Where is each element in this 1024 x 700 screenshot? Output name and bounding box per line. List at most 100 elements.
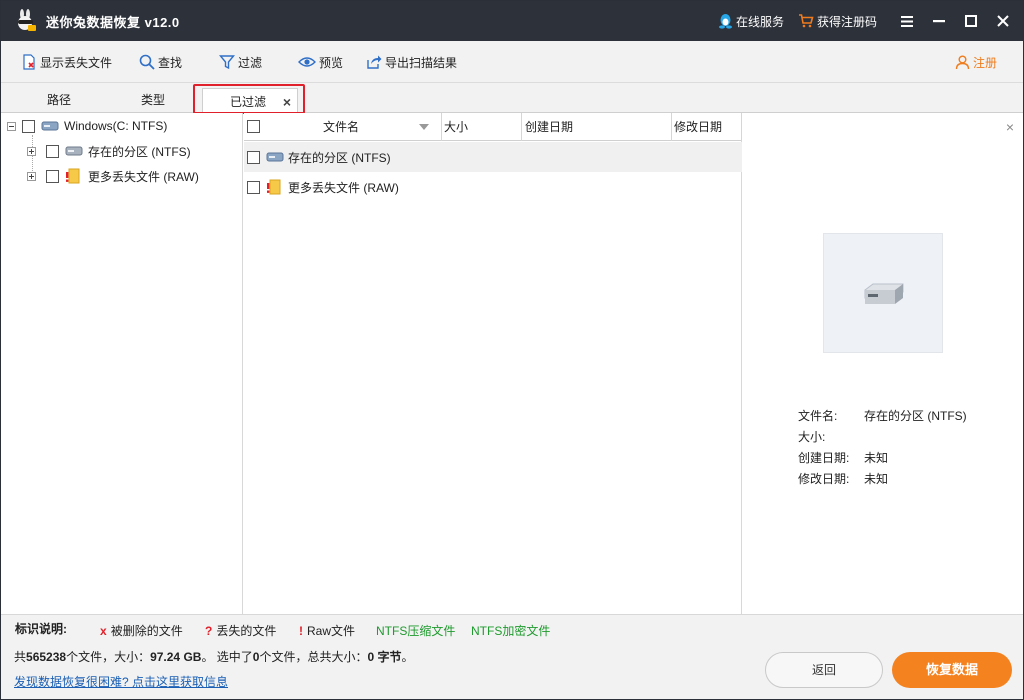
preview-close-icon[interactable]: ×: [1006, 119, 1014, 135]
tab-path[interactable]: 路径: [29, 83, 89, 113]
online-service-link[interactable]: 在线服务: [718, 13, 784, 30]
tab-close-icon[interactable]: ×: [283, 89, 291, 115]
tree-root[interactable]: Windows(C: NTFS): [7, 116, 167, 136]
status-selected-suffix: 个文件，总共大小：: [259, 650, 368, 664]
selected-size-value: 0 字节: [367, 650, 402, 664]
sort-down-icon[interactable]: [419, 124, 429, 130]
preview-thumbnail: [823, 233, 943, 353]
list-item[interactable]: 更多丢失文件 (RAW): [244, 172, 742, 202]
find-button[interactable]: 查找: [139, 47, 182, 77]
eye-icon: [298, 57, 316, 67]
filter-label: 过滤: [238, 55, 263, 70]
app-title: 迷你兔数据恢复 v12.0: [46, 14, 180, 30]
back-button[interactable]: 返回: [765, 652, 883, 688]
toolbar: 显示丢失文件 查找 过滤 预览 导出扫描结果 注册: [1, 41, 1023, 83]
get-code-link[interactable]: 获得注册码: [798, 13, 877, 30]
recover-data-button[interactable]: 恢复数据: [892, 652, 1012, 688]
title-actions: 在线服务 获得注册码: [718, 1, 1023, 41]
tree-item-more-lost-files[interactable]: 更多丢失文件 (RAW): [27, 166, 199, 186]
preview-info: 文件名: 存在的分区 (NTFS) 大小: 创建日期: 未知 修改日期: 未知: [798, 406, 967, 490]
legend-ntfs-encrypted: NTFS加密文件: [471, 624, 551, 638]
get-code-label: 获得注册码: [816, 14, 877, 29]
register-label: 注册: [972, 56, 997, 70]
tab-filtered[interactable]: 已过滤 ×: [202, 88, 298, 114]
total-files-count: 565238: [26, 650, 67, 664]
preview-created-label: 创建日期:: [798, 451, 850, 465]
column-modified[interactable]: 修改日期: [672, 113, 742, 141]
status-end: 。: [401, 650, 414, 664]
legend-deleted: x 被删除的文件: [100, 622, 183, 639]
legend-label: 标识说明:: [15, 622, 67, 636]
preview-size-label: 大小:: [798, 430, 826, 444]
show-lost-files-button[interactable]: 显示丢失文件: [21, 47, 112, 77]
status-summary: 共565238个文件，大小：97.24 GB。 选中了0个文件，总共大小：0 字…: [14, 648, 414, 665]
partition-drive-icon: [266, 152, 284, 162]
column-size[interactable]: 大小: [442, 113, 522, 141]
legend-lost: ? 丢失的文件: [205, 622, 276, 639]
legend-bar: 标识说明: x 被删除的文件 ? 丢失的文件 ! Raw文件 NTFS压缩文件 …: [1, 614, 1023, 642]
hard-drive-icon: [864, 283, 904, 304]
maximize-button[interactable]: [955, 1, 987, 41]
tree-item-label: 更多丢失文件 (RAW): [88, 169, 199, 184]
filter-button[interactable]: 过滤: [219, 47, 262, 77]
status-prefix: 共: [14, 650, 27, 664]
rabbit-logo-icon: [14, 9, 38, 33]
select-all-checkbox[interactable]: [247, 120, 260, 133]
tab-filtered-label: 已过滤: [230, 95, 267, 109]
collapse-icon[interactable]: [7, 121, 16, 131]
partition-drive-icon: [65, 146, 83, 156]
directory-tree: Windows(C: NTFS) 存在的分区 (NTFS) 更多丢失文件 (RA…: [1, 113, 243, 614]
export-results-label: 导出扫描结果: [385, 55, 458, 70]
preview-created-value: 未知: [864, 451, 889, 465]
raw-folder-icon: [66, 168, 80, 184]
preview-name-value: 存在的分区 (NTFS): [864, 409, 967, 423]
column-size-label: 大小: [444, 120, 469, 134]
list-header: 文件名 大小 创建日期 修改日期: [244, 113, 742, 141]
register-button[interactable]: 注册: [955, 54, 997, 71]
preview-button[interactable]: 预览: [298, 47, 343, 77]
tree-item-checkbox[interactable]: [46, 144, 59, 158]
column-modified-label: 修改日期: [674, 120, 723, 134]
list-item[interactable]: 存在的分区 (NTFS): [244, 142, 742, 172]
raw-mark-icon: !: [299, 623, 303, 638]
tree-root-label: Windows(C: NTFS): [64, 119, 168, 133]
file-delete-icon: [23, 54, 35, 70]
online-service-label: 在线服务: [735, 14, 784, 29]
show-lost-files-label: 显示丢失文件: [40, 55, 113, 70]
maximize-icon: [965, 15, 977, 27]
minimize-icon: [933, 19, 945, 22]
preview-label: 预览: [319, 55, 344, 70]
preview-modified-label: 修改日期:: [798, 472, 850, 486]
qq-penguin-icon: [718, 14, 732, 29]
expand-icon[interactable]: [27, 171, 36, 181]
column-created[interactable]: 创建日期: [522, 113, 672, 141]
tab-type[interactable]: 类型: [123, 83, 183, 113]
total-size-value: 97.24 GB: [150, 650, 202, 664]
legend-ntfs-compressed: NTFS压缩文件: [376, 624, 456, 638]
column-name[interactable]: 文件名: [244, 113, 442, 141]
app-window: 迷你兔数据恢复 v12.0 在线服务 获得注册码 显示丢失文件 查找 过滤 预览…: [0, 0, 1024, 700]
deleted-mark-icon: x: [100, 623, 107, 638]
legend-deleted-label: 被删除的文件: [110, 624, 183, 638]
list-item-name: 更多丢失文件 (RAW): [288, 180, 399, 195]
help-link[interactable]: 发现数据恢复很困难? 点击这里获取信息: [14, 673, 228, 690]
column-name-label: 文件名: [323, 120, 360, 134]
raw-folder-icon: [267, 179, 281, 195]
tree-item-existing-partition[interactable]: 存在的分区 (NTFS): [27, 141, 191, 161]
list-item-checkbox[interactable]: [247, 150, 260, 164]
export-results-button[interactable]: 导出扫描结果: [366, 47, 457, 77]
file-list: 文件名 大小 创建日期 修改日期 存在的分区 (NTFS) 更多丢失文件 (RA…: [244, 113, 742, 614]
preview-panel: × 文件名: 存在的分区 (NTFS) 大小: 创建日期: 未知 修改日期: 未知: [743, 113, 1023, 614]
list-item-checkbox[interactable]: [247, 180, 260, 194]
menu-button[interactable]: [891, 1, 923, 41]
list-item-name: 存在的分区 (NTFS): [288, 150, 391, 165]
minimize-button[interactable]: [923, 1, 955, 41]
view-tabs: 路径 类型 已过滤 ×: [1, 83, 1023, 114]
expand-icon[interactable]: [27, 146, 36, 156]
tree-item-checkbox[interactable]: [46, 169, 59, 183]
preview-modified-value: 未知: [864, 472, 889, 486]
legend-raw: ! Raw文件: [299, 622, 355, 639]
legend-lost-label: 丢失的文件: [216, 624, 277, 638]
tree-root-checkbox[interactable]: [22, 119, 35, 133]
close-button[interactable]: [987, 1, 1019, 41]
